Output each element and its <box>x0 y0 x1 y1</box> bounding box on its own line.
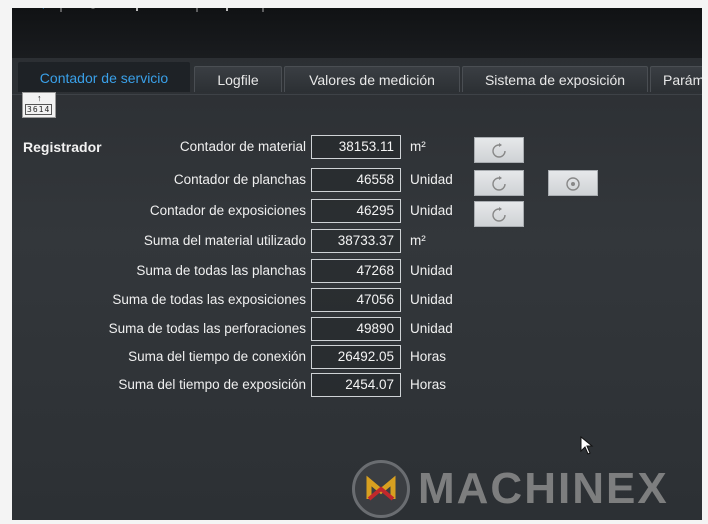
section-label-registrador: Registrador <box>23 139 102 155</box>
reset-icon <box>492 143 506 158</box>
toolbar-separator-icon <box>56 8 66 16</box>
value-field: 2454.07 <box>311 373 401 397</box>
top-toolbar <box>12 8 702 58</box>
unit-label: Unidad <box>410 172 453 187</box>
value-field: 47056 <box>311 288 401 312</box>
reset-icon <box>492 207 506 222</box>
value-field: 38733.37 <box>311 229 401 253</box>
row-label: Suma del tiempo de conexión <box>128 349 306 364</box>
reset-circle-icon <box>566 177 580 191</box>
unit-label: Unidad <box>410 292 453 307</box>
row-label: Suma de todas las exposiciones <box>112 292 306 307</box>
unit-label: Horas <box>410 349 447 364</box>
toolbar-icon[interactable] <box>132 8 142 16</box>
watermark-logo: MACHINEX <box>352 460 692 520</box>
row-label: Suma de todas las perforaciones <box>108 321 306 336</box>
value-field: 49890 <box>311 317 401 341</box>
toolbar-separator-icon <box>192 8 202 16</box>
reset-material-counter-button[interactable] <box>474 137 524 163</box>
counter-icon[interactable]: ↑ 3614 <box>22 92 56 118</box>
tab-parametros[interactable]: Parám <box>650 66 702 92</box>
value-field: 46295 <box>311 199 401 223</box>
watermark-text: MACHINEX <box>418 464 669 513</box>
machinex-logo-icon <box>352 460 410 518</box>
value-field: 47268 <box>311 259 401 283</box>
tab-logfile[interactable]: Logfile <box>194 66 282 92</box>
toolbar-icon[interactable] <box>36 8 46 16</box>
reset-icon <box>492 176 506 191</box>
toolbar-icon[interactable] <box>88 8 98 16</box>
row-label: Suma del material utilizado <box>143 233 306 248</box>
value-field: 38153.11 <box>311 135 401 159</box>
row-label: Suma del tiempo de exposición <box>118 377 306 392</box>
reset-exposures-counter-button[interactable] <box>474 201 524 227</box>
tab-valores-de-medicion[interactable]: Valores de medición <box>284 66 460 92</box>
unit-label: m² <box>410 233 426 248</box>
unit-label: Unidad <box>410 321 453 336</box>
tab-sistema-de-exposicion[interactable]: Sistema de exposición <box>462 66 648 92</box>
counter-digits: 3614 <box>25 104 53 115</box>
toolbar-icon[interactable] <box>222 8 232 16</box>
unit-label: Horas <box>410 377 447 392</box>
row-label: Contador de planchas <box>173 172 306 187</box>
unit-label: Unidad <box>410 203 453 218</box>
value-field: 26492.05 <box>311 345 401 369</box>
unit-label: m² <box>410 139 426 154</box>
reset-all-button[interactable] <box>548 170 598 196</box>
mouse-cursor-icon <box>580 435 594 461</box>
tab-contador-de-servicio[interactable]: Contador de servicio <box>18 62 190 92</box>
row-label: Contador de exposiciones <box>149 203 306 218</box>
row-label: Suma de todas las planchas <box>136 263 306 278</box>
tab-bar: Contador de servicio Logfile Valores de … <box>12 62 702 95</box>
unit-label: Unidad <box>410 263 453 278</box>
arrow-up-icon: ↑ <box>37 93 42 103</box>
reset-plates-counter-button[interactable] <box>474 170 524 196</box>
value-field: 46558 <box>311 168 401 192</box>
app-window: Contador de servicio Logfile Valores de … <box>12 8 702 520</box>
toolbar-separator-icon <box>258 8 268 16</box>
row-label: Contador de material <box>179 139 306 154</box>
